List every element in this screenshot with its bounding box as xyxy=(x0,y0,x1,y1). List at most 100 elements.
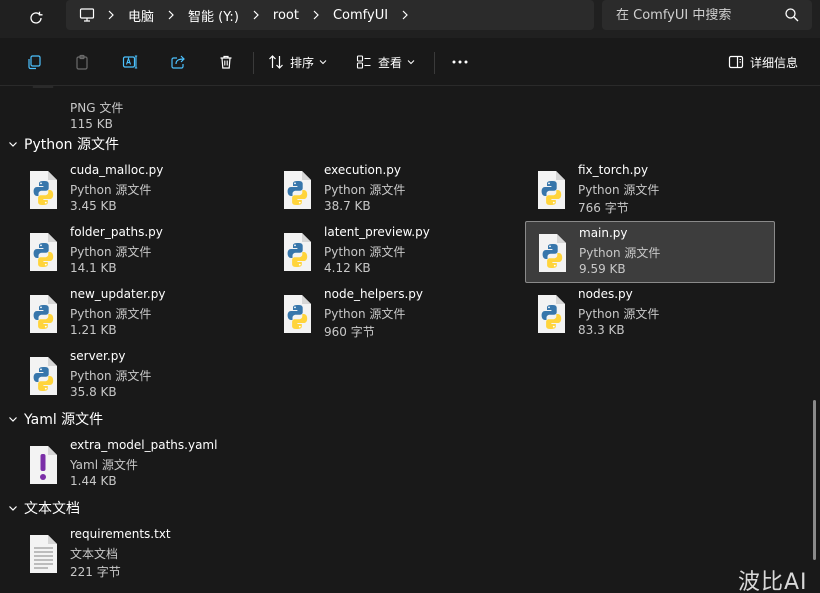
watermark: 波比AI xyxy=(738,570,808,593)
address-bar[interactable]: 电脑 智能 (Y:) root ComfyUI xyxy=(66,0,594,30)
group-label: Yaml 源文件 xyxy=(24,412,104,428)
delete-button[interactable] xyxy=(214,50,238,74)
file-name: nodes.py xyxy=(578,287,633,301)
group-label: 文本文档 xyxy=(24,501,80,517)
view-button[interactable]: 查看 xyxy=(356,50,415,74)
file-type: Python 源文件 xyxy=(578,183,660,197)
file-name: fix_torch.py xyxy=(578,163,649,177)
list-item[interactable]: fix_torch.py Python 源文件 766 字节 xyxy=(530,158,780,220)
file-type: Python 源文件 xyxy=(324,183,406,197)
list-item[interactable]: nodes.py Python 源文件 83.3 KB xyxy=(530,282,780,344)
sort-label: 排序 xyxy=(290,55,315,70)
file-size: 221 字节 xyxy=(70,565,121,579)
more-options-button[interactable] xyxy=(448,50,472,74)
list-item[interactable]: PNG 文件 115 KB xyxy=(22,86,272,138)
python-file-icon xyxy=(30,171,57,209)
python-file-icon xyxy=(538,295,565,333)
file-name: cuda_malloc.py xyxy=(70,163,164,177)
breadcrumb-root[interactable]: root xyxy=(269,8,303,23)
chevron-right-icon[interactable] xyxy=(98,4,124,26)
computer-icon[interactable] xyxy=(76,4,98,26)
share-button[interactable] xyxy=(166,50,190,74)
group-header-python[interactable]: Python 源文件 xyxy=(8,134,119,154)
list-item[interactable]: server.py Python 源文件 35.8 KB xyxy=(22,344,272,406)
sort-icon xyxy=(269,55,283,69)
file-size: 35.8 KB xyxy=(70,385,117,399)
file-type: Yaml 源文件 xyxy=(70,458,138,472)
command-bar: 排序 查看 详细信息 xyxy=(0,38,820,86)
breadcrumb-comfyui[interactable]: ComfyUI xyxy=(329,8,392,23)
list-item[interactable]: execution.py Python 源文件 38.7 KB xyxy=(276,158,526,220)
python-file-icon xyxy=(30,233,57,271)
file-name: folder_paths.py xyxy=(70,225,163,239)
python-file-icon xyxy=(284,295,311,333)
chevron-down-icon xyxy=(407,60,415,65)
details-pane-icon xyxy=(728,55,744,69)
chevron-down-icon xyxy=(319,60,327,65)
breadcrumb-pc[interactable]: 电脑 xyxy=(124,6,158,25)
file-type: Python 源文件 xyxy=(579,246,661,260)
refresh-icon xyxy=(30,11,43,24)
list-item[interactable]: new_updater.py Python 源文件 1.21 KB xyxy=(22,282,272,344)
file-size: 1.44 KB xyxy=(70,474,117,488)
file-name: new_updater.py xyxy=(70,287,166,301)
trash-icon xyxy=(220,55,232,69)
chevron-right-icon[interactable] xyxy=(392,4,418,26)
list-item[interactable]: folder_paths.py Python 源文件 14.1 KB xyxy=(22,220,272,282)
paste-icon xyxy=(76,54,88,70)
chevron-right-icon[interactable] xyxy=(158,4,184,26)
python-file-icon xyxy=(30,295,57,333)
group-header-yaml[interactable]: Yaml 源文件 xyxy=(8,409,103,429)
group-label: Python 源文件 xyxy=(24,137,119,153)
file-type: Python 源文件 xyxy=(70,369,152,383)
file-type: 文本文档 xyxy=(70,547,119,561)
share-icon xyxy=(171,55,185,69)
file-type: Python 源文件 xyxy=(324,307,406,321)
python-file-icon xyxy=(539,234,566,272)
text-file-icon xyxy=(30,535,57,573)
list-item[interactable]: extra_model_paths.yaml Yaml 源文件 1.44 KB xyxy=(22,433,272,495)
breadcrumb-drive[interactable]: 智能 (Y:) xyxy=(184,6,243,25)
file-name: extra_model_paths.yaml xyxy=(70,438,218,452)
list-item[interactable]: latent_preview.py Python 源文件 4.12 KB xyxy=(276,220,526,282)
yaml-file-icon xyxy=(30,446,57,484)
file-type: Python 源文件 xyxy=(324,245,406,259)
file-name: execution.py xyxy=(324,163,402,177)
file-size: 1.21 KB xyxy=(70,323,117,337)
chevron-down-icon xyxy=(9,506,17,511)
view-list-icon xyxy=(356,55,371,69)
search-input[interactable] xyxy=(616,7,776,23)
chevron-right-icon[interactable] xyxy=(243,4,269,26)
view-label: 查看 xyxy=(378,55,403,70)
list-item[interactable]: node_helpers.py Python 源文件 960 字节 xyxy=(276,282,526,344)
toolbar-divider xyxy=(253,52,254,74)
copy-button[interactable] xyxy=(22,50,46,74)
python-file-icon xyxy=(284,233,311,271)
details-button[interactable]: 详细信息 xyxy=(728,50,798,74)
list-item-selected[interactable]: main.py Python 源文件 9.59 KB xyxy=(525,221,775,283)
details-label: 详细信息 xyxy=(750,55,799,70)
sort-button[interactable]: 排序 xyxy=(268,50,327,74)
file-size: 83.3 KB xyxy=(578,323,625,337)
copy-icon xyxy=(28,55,41,70)
paste-button[interactable] xyxy=(70,50,94,74)
file-size: 14.1 KB xyxy=(70,261,117,275)
file-type: Python 源文件 xyxy=(70,307,152,321)
file-name: latent_preview.py xyxy=(324,225,430,239)
more-icon xyxy=(452,60,468,64)
search-icon[interactable] xyxy=(784,7,800,23)
chevron-down-icon xyxy=(9,417,17,422)
group-header-text[interactable]: 文本文档 xyxy=(8,498,80,518)
scrollbar-thumb[interactable] xyxy=(813,400,816,560)
group-header-partial[interactable] xyxy=(8,586,18,593)
chevron-right-icon[interactable] xyxy=(303,4,329,26)
file-name: main.py xyxy=(579,226,628,240)
python-file-icon xyxy=(30,357,57,395)
search-box[interactable] xyxy=(602,0,812,30)
list-item[interactable]: requirements.txt 文本文档 221 字节 xyxy=(22,522,272,584)
file-size: 4.12 KB xyxy=(324,261,371,275)
list-item[interactable]: cuda_malloc.py Python 源文件 3.45 KB xyxy=(22,158,272,220)
file-size: 115 KB xyxy=(70,117,113,131)
rename-button[interactable] xyxy=(118,50,142,74)
refresh-button[interactable] xyxy=(22,4,50,32)
